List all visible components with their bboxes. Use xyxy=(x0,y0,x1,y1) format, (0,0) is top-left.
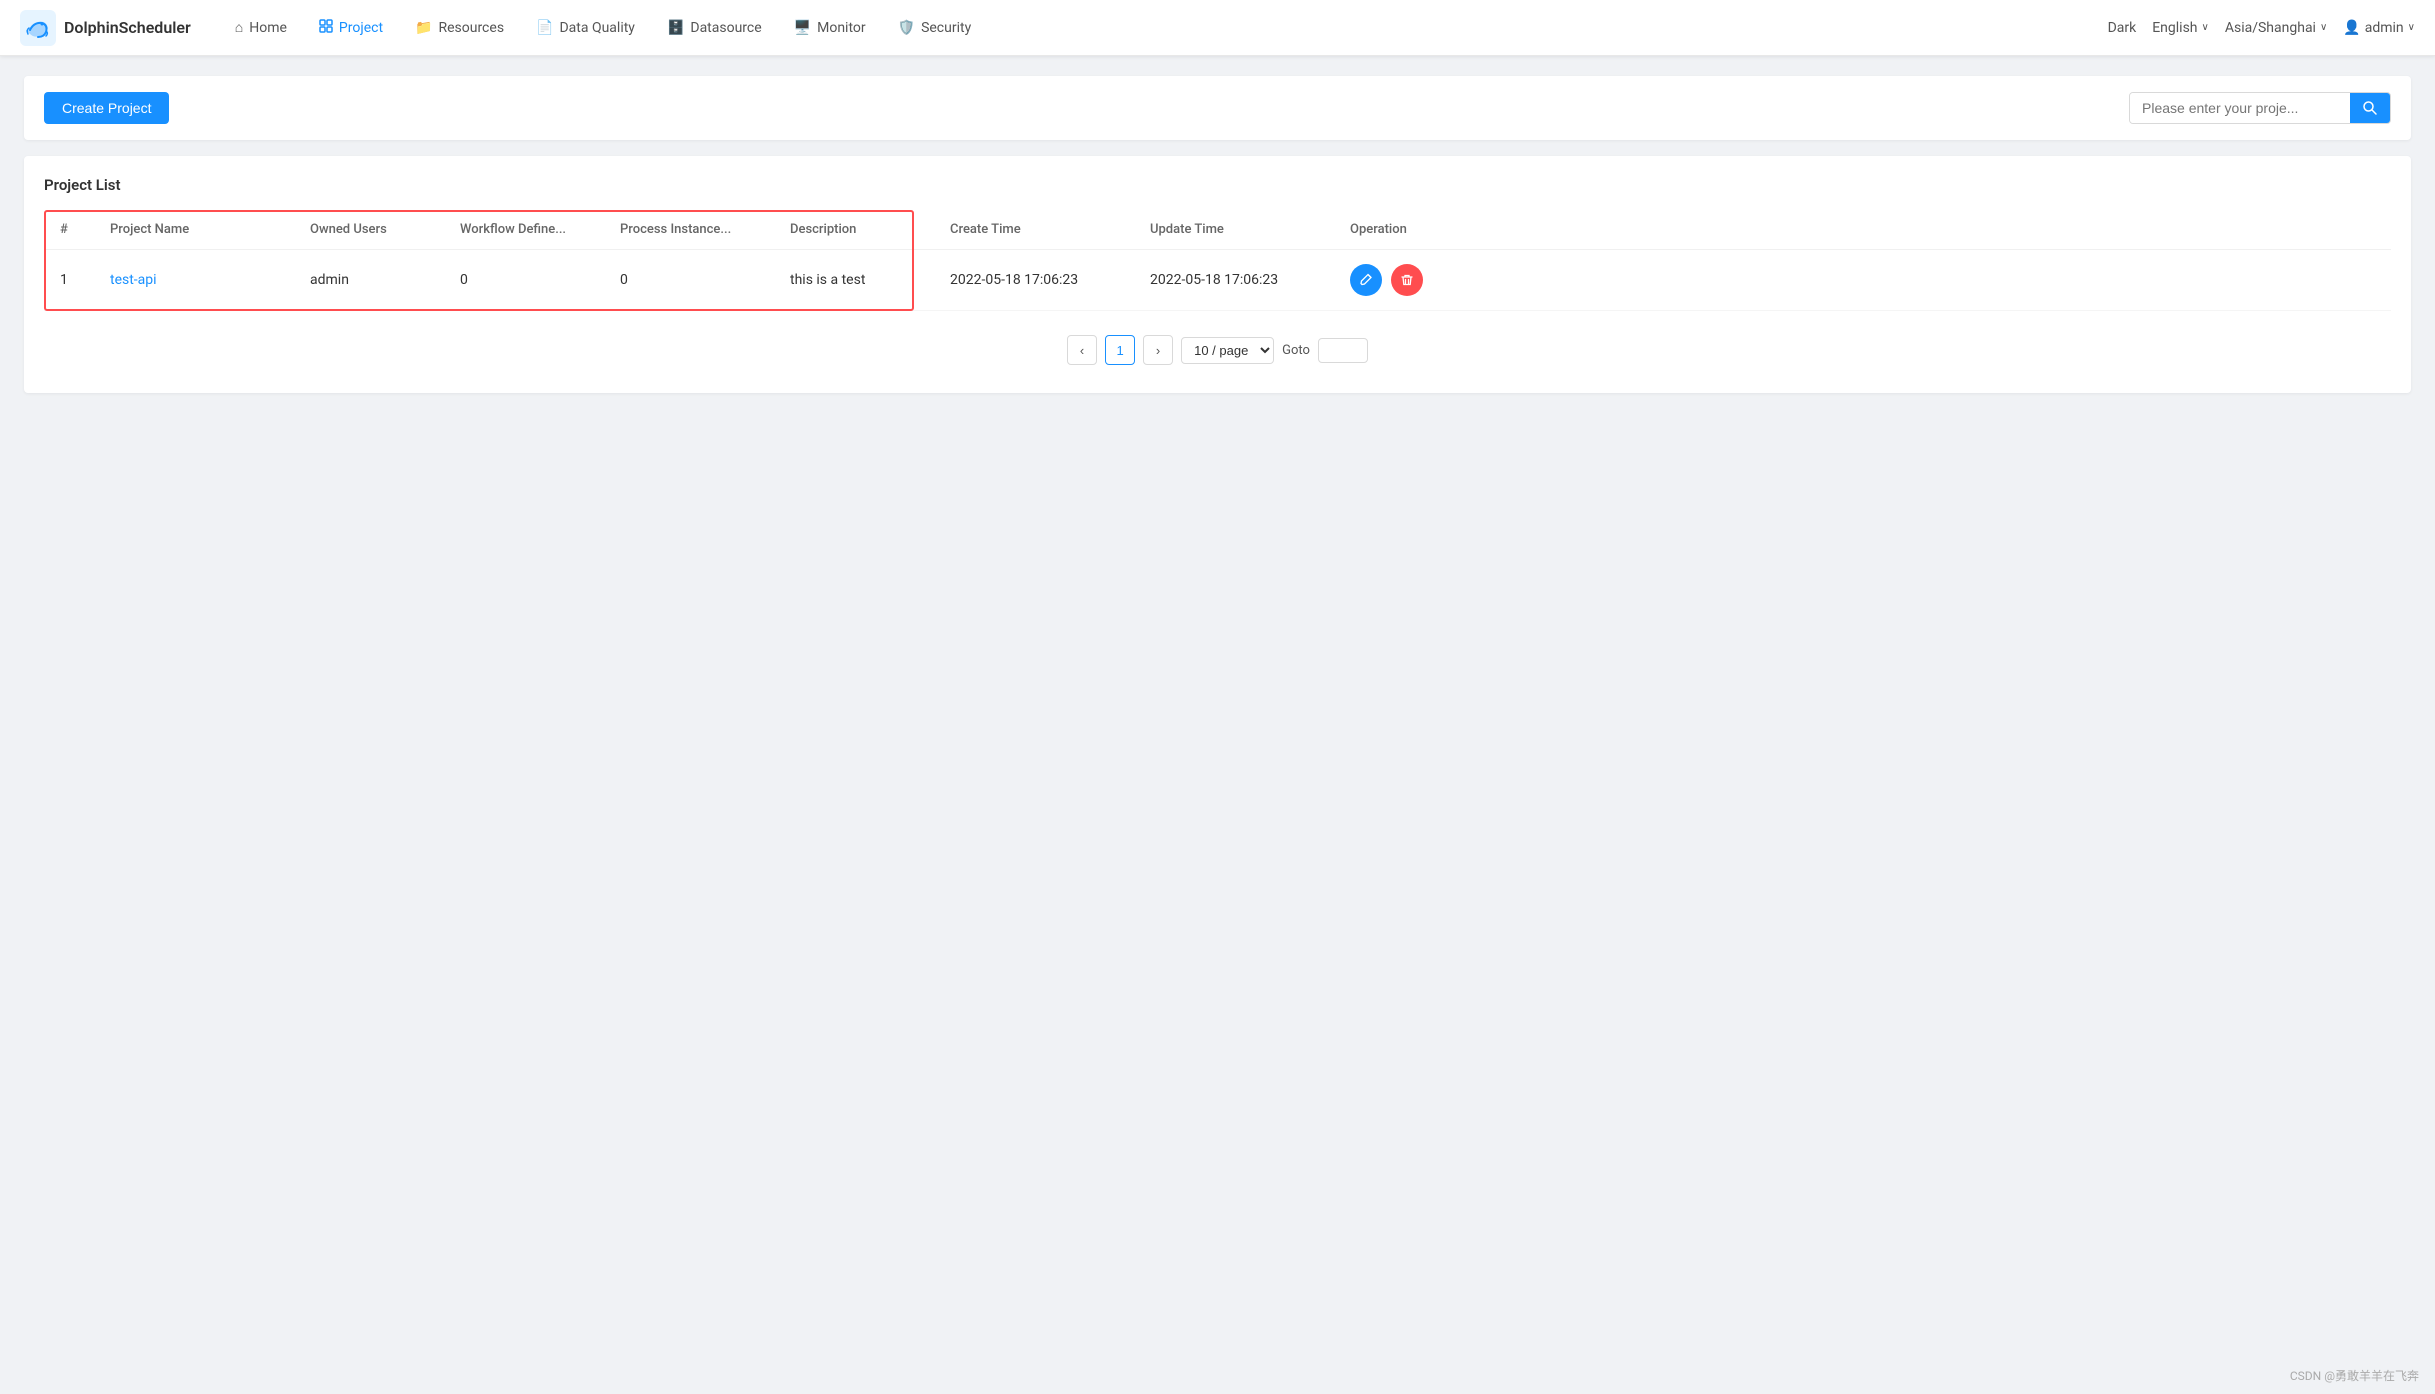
search-box xyxy=(2129,92,2391,124)
user-menu[interactable]: 👤 admin ∨ xyxy=(2343,20,2415,36)
cell-process-instance: 0 xyxy=(604,250,774,311)
project-table: # Project Name Owned Users Workflow Defi… xyxy=(44,210,2391,311)
search-button[interactable] xyxy=(2350,93,2390,123)
col-header-create-time: Create Time xyxy=(934,210,1134,250)
next-icon: › xyxy=(1156,343,1160,358)
timezone-chevron-icon: ∨ xyxy=(2320,22,2327,33)
nav-label-datasource: Datasource xyxy=(690,20,761,36)
project-name-link[interactable]: test-api xyxy=(110,272,157,288)
table-row: 1 test-api admin 0 0 this is a test 2022… xyxy=(44,250,2391,311)
dataquality-icon: 📄 xyxy=(536,20,553,36)
nav-item-monitor[interactable]: 🖥️ Monitor xyxy=(780,14,880,42)
toolbar: Create Project xyxy=(24,76,2411,140)
pagination: ‹ 1 › 10 / page 20 / page 50 / page Goto xyxy=(44,335,2391,373)
theme-label: Dark xyxy=(2108,20,2137,36)
timezone-label: Asia/Shanghai xyxy=(2225,20,2316,36)
datasource-icon: 🗄️ xyxy=(667,20,684,36)
col-header-update-time: Update Time xyxy=(1134,210,1334,250)
nav-label-data-quality: Data Quality xyxy=(559,20,634,36)
home-icon: ⌂ xyxy=(235,19,243,36)
table-section: Project List # Project Name Owned Users … xyxy=(24,156,2411,393)
cell-description: this is a test xyxy=(774,250,934,311)
footer-credit: CSDN @勇敢羊羊在飞奔 xyxy=(2290,1367,2419,1384)
project-icon xyxy=(319,19,333,37)
navbar: DolphinScheduler ⌂ Home Project 📁 Resour… xyxy=(0,0,2435,56)
prev-icon: ‹ xyxy=(1080,343,1084,358)
pagination-prev-button[interactable]: ‹ xyxy=(1067,335,1097,365)
table-wrapper: # Project Name Owned Users Workflow Defi… xyxy=(44,210,2391,311)
col-header-project-name: Project Name xyxy=(94,210,294,250)
page-size-selector[interactable]: 10 / page 20 / page 50 / page xyxy=(1181,337,1274,364)
nav-item-security[interactable]: 🛡️ Security xyxy=(884,14,986,42)
col-header-process-instance: Process Instance... xyxy=(604,210,774,250)
col-header-operation: Operation xyxy=(1334,210,2391,250)
table-body: 1 test-api admin 0 0 this is a test 2022… xyxy=(44,250,2391,311)
main-content: Create Project Project List # Project Na… xyxy=(0,56,2435,1394)
cell-workflow-define: 0 xyxy=(444,250,604,311)
language-selector[interactable]: English ∨ xyxy=(2152,20,2209,36)
delete-button[interactable] xyxy=(1391,264,1423,296)
col-header-workflow: Workflow Define... xyxy=(444,210,604,250)
nav-label-project: Project xyxy=(339,20,383,36)
col-header-index: # xyxy=(44,210,94,250)
dolphin-logo xyxy=(20,10,56,46)
nav-label-home: Home xyxy=(249,20,287,36)
nav-item-datasource[interactable]: 🗄️ Datasource xyxy=(653,14,776,42)
cell-index: 1 xyxy=(44,250,94,311)
table-header: # Project Name Owned Users Workflow Defi… xyxy=(44,210,2391,250)
brand-name: DolphinScheduler xyxy=(64,18,191,37)
shield-icon: 🛡️ xyxy=(898,20,915,36)
nav-item-home[interactable]: ⌂ Home xyxy=(221,13,301,42)
language-label: English xyxy=(2152,20,2197,36)
col-header-description: Description xyxy=(774,210,934,250)
nav-label-resources: Resources xyxy=(438,20,504,36)
cell-owned-users: admin xyxy=(294,250,444,311)
cell-operation xyxy=(1334,250,2391,311)
theme-toggle[interactable]: Dark xyxy=(2108,20,2137,36)
section-title: Project List xyxy=(44,176,2391,194)
nav-menu: ⌂ Home Project 📁 Resources 📄 Data Qualit… xyxy=(221,13,2108,43)
pagination-next-button[interactable]: › xyxy=(1143,335,1173,365)
delete-icon xyxy=(1400,273,1414,287)
nav-item-project[interactable]: Project xyxy=(305,13,397,43)
nav-right: Dark English ∨ Asia/Shanghai ∨ 👤 admin ∨ xyxy=(2108,20,2415,36)
page-number: 1 xyxy=(1116,343,1123,358)
search-icon xyxy=(2362,100,2378,116)
table-header-row: # Project Name Owned Users Workflow Defi… xyxy=(44,210,2391,250)
cell-update-time: 2022-05-18 17:06:23 xyxy=(1134,250,1334,311)
monitor-icon: 🖥️ xyxy=(794,20,811,36)
edit-icon xyxy=(1359,273,1373,287)
pagination-page-1-button[interactable]: 1 xyxy=(1105,335,1135,365)
nav-label-monitor: Monitor xyxy=(817,20,866,36)
project-svg-icon xyxy=(319,19,333,33)
language-chevron-icon: ∨ xyxy=(2202,22,2209,33)
create-project-button[interactable]: Create Project xyxy=(44,92,169,124)
nav-item-resources[interactable]: 📁 Resources xyxy=(401,14,518,42)
brand-logo-link[interactable]: DolphinScheduler xyxy=(20,10,191,46)
cell-create-time: 2022-05-18 17:06:23 xyxy=(934,250,1134,311)
edit-button[interactable] xyxy=(1350,264,1382,296)
nav-item-data-quality[interactable]: 📄 Data Quality xyxy=(522,14,649,42)
col-header-owned-users: Owned Users xyxy=(294,210,444,250)
cell-project-name: test-api xyxy=(94,250,294,311)
search-input[interactable] xyxy=(2130,93,2350,123)
nav-label-security: Security xyxy=(921,20,971,36)
user-name: admin xyxy=(2365,20,2404,36)
folder-icon: 📁 xyxy=(415,20,432,36)
user-chevron-icon: ∨ xyxy=(2408,22,2415,33)
user-icon: 👤 xyxy=(2343,20,2360,36)
goto-input[interactable] xyxy=(1318,338,1368,363)
timezone-selector[interactable]: Asia/Shanghai ∨ xyxy=(2225,20,2327,36)
goto-label: Goto xyxy=(1282,343,1310,358)
